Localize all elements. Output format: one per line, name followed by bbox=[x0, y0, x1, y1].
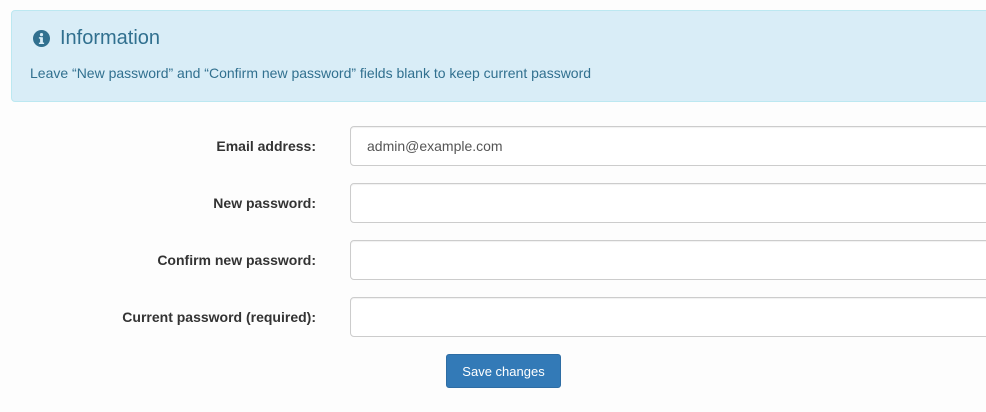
email-field[interactable] bbox=[350, 126, 986, 166]
confirm-password-field[interactable] bbox=[350, 240, 986, 280]
current-password-label: Current password (required): bbox=[122, 309, 316, 325]
confirm-password-label: Confirm new password: bbox=[157, 252, 316, 268]
new-password-row: New password: bbox=[0, 183, 986, 223]
current-password-row: Current password (required): bbox=[0, 297, 986, 337]
save-changes-button[interactable]: Save changes bbox=[446, 354, 561, 388]
information-heading: Information bbox=[33, 27, 160, 50]
information-message: Leave “New password” and “Confirm new pa… bbox=[30, 65, 592, 81]
current-password-field[interactable] bbox=[350, 297, 986, 337]
information-alert: Information Leave “New password” and “Co… bbox=[11, 10, 986, 102]
confirm-password-row: Confirm new password: bbox=[0, 240, 986, 280]
new-password-field[interactable] bbox=[350, 183, 986, 223]
email-label: Email address: bbox=[216, 138, 316, 154]
email-row: Email address: bbox=[0, 126, 986, 166]
info-circle-icon bbox=[33, 30, 50, 47]
information-title: Information bbox=[60, 27, 161, 49]
new-password-label: New password: bbox=[213, 195, 316, 211]
